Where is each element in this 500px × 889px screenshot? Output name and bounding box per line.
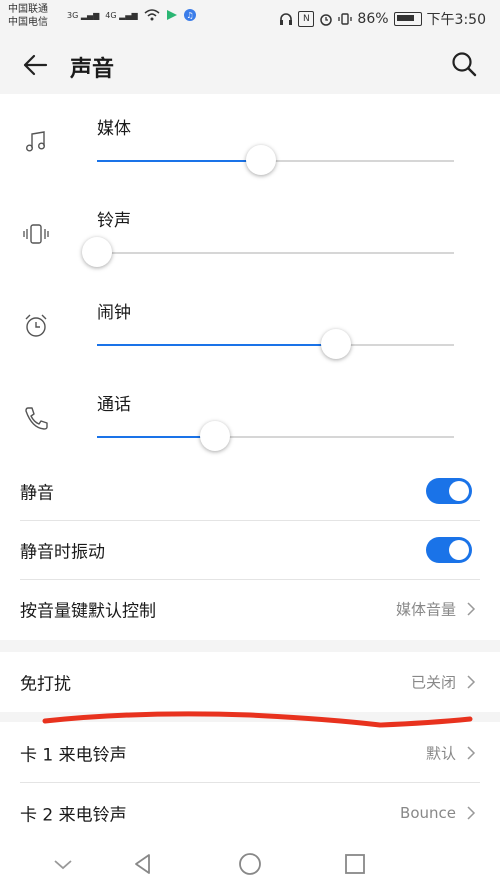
volume-key-value: 媒体音量	[395, 600, 456, 619]
navigation-bar	[0, 838, 500, 889]
home-circle-icon[interactable]	[237, 851, 263, 877]
search-icon[interactable]	[450, 50, 478, 78]
carrier-labels: 中国联通 中国电信	[8, 3, 48, 29]
battery-percent: 86%	[357, 11, 389, 27]
mute-toggle[interactable]	[426, 478, 472, 504]
ringtone-volume-row: 铃声	[0, 186, 500, 278]
mute-row[interactable]: 静音	[20, 462, 480, 520]
status-bar: 中国联通 中国电信 3G ▂▄▆ 4G ▂▄▆ ♫ N 86% 下午3:50	[0, 0, 500, 36]
volume-key-label: 按音量键默认控制	[20, 601, 156, 622]
divider	[20, 782, 480, 783]
call-volume-row: 通话	[0, 370, 500, 462]
dnd-label: 免打扰	[20, 674, 71, 695]
mute-label: 静音	[20, 483, 54, 504]
sim2-ringtone-row[interactable]: 卡 2 来电铃声 Bounce	[20, 784, 480, 842]
sim1-ringtone-value: 默认	[425, 744, 456, 763]
call-volume-knob[interactable]	[199, 421, 230, 451]
signal-2-icon: 4G ▂▄▆	[105, 10, 138, 20]
vibrate-on-mute-row[interactable]: 静音时振动	[20, 521, 480, 579]
chevron-right-icon	[467, 602, 476, 616]
nfc-icon: N	[298, 11, 315, 27]
svg-text:♫: ♫	[186, 11, 193, 20]
vibrate-status-icon	[338, 13, 353, 25]
ringtone-volume-label: 铃声	[97, 211, 131, 231]
sim2-ringtone-label: 卡 2 来电铃声	[20, 805, 127, 826]
dnd-card: 免打扰 已关闭	[0, 652, 500, 712]
headphones-icon	[280, 13, 293, 25]
media-volume-row: 媒体	[0, 94, 500, 186]
back-triangle-icon[interactable]	[130, 851, 156, 877]
call-volume-label: 通话	[97, 395, 131, 415]
chevron-right-icon	[467, 746, 476, 760]
sim1-ringtone-row[interactable]: 卡 1 来电铃声 默认	[20, 724, 480, 782]
phone-icon	[25, 407, 48, 430]
sim2-ringtone-value: Bounce	[400, 804, 456, 822]
alarm-volume-knob[interactable]	[321, 329, 352, 359]
alarm-volume-label: 闹钟	[97, 303, 131, 323]
arrow-left-icon[interactable]	[20, 50, 50, 80]
sim1-ringtone-label: 卡 1 来电铃声	[20, 745, 127, 766]
chevron-right-icon	[467, 675, 476, 689]
app-bar: 声音	[0, 36, 500, 94]
clock: 下午3:50	[426, 12, 486, 28]
ringtone-card: 卡 1 来电铃声 默认 卡 2 来电铃声 Bounce	[0, 722, 500, 838]
recents-square-icon[interactable]	[342, 851, 368, 877]
volume-card: 媒体 铃声 闹钟 通话 静音 静音时振动 按音量键默认控制 媒体音量	[0, 94, 500, 640]
play-store-icon	[166, 10, 177, 20]
ringtone-volume-slider[interactable]	[82, 237, 454, 267]
music-note-icon	[25, 131, 46, 152]
page-title: 声音	[70, 57, 115, 82]
signal-group: 3G ▂▄▆ 4G ▂▄▆ ♫	[67, 9, 196, 21]
signal-1-icon: 3G ▂▄▆	[67, 10, 100, 20]
volume-key-row[interactable]: 按音量键默认控制 媒体音量	[20, 580, 480, 638]
carrier-1: 中国联通	[8, 4, 48, 15]
alarm-volume-slider[interactable]	[97, 329, 454, 359]
media-volume-knob[interactable]	[246, 145, 277, 175]
music-app-icon: ♫	[183, 9, 196, 21]
call-volume-slider[interactable]	[97, 421, 454, 451]
vibrate-on-mute-label: 静音时振动	[20, 542, 105, 563]
media-volume-slider[interactable]	[97, 145, 454, 175]
carrier-2: 中国电信	[8, 17, 48, 28]
chevron-right-icon	[467, 806, 476, 820]
vibrate-icon	[23, 224, 49, 244]
chevron-down-icon[interactable]	[50, 851, 76, 877]
wifi-icon	[144, 9, 160, 21]
alarm-status-icon	[320, 14, 333, 26]
status-right: N 86% 下午3:50	[279, 9, 486, 29]
media-volume-label: 媒体	[97, 119, 131, 139]
vibrate-on-mute-toggle[interactable]	[426, 537, 472, 563]
ringtone-volume-knob[interactable]	[82, 237, 112, 267]
dnd-value: 已关闭	[410, 673, 456, 692]
alarm-volume-row: 闹钟	[0, 278, 500, 370]
dnd-row[interactable]: 免打扰 已关闭	[20, 653, 480, 711]
battery-icon	[393, 12, 422, 26]
alarm-clock-icon	[25, 314, 47, 337]
